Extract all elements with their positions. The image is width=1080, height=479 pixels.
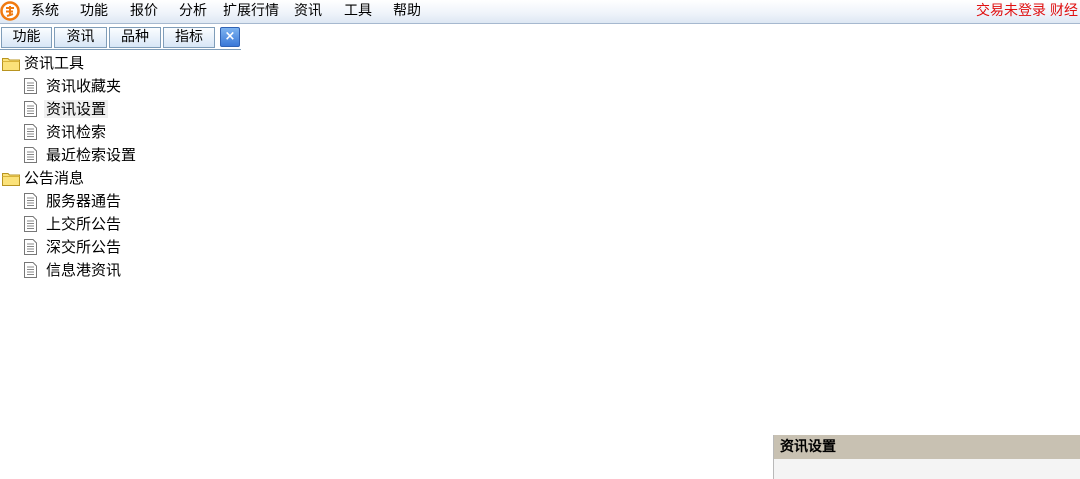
tree-group-announcements[interactable]: 公告消息	[2, 168, 122, 188]
app-logo-icon[interactable]	[0, 1, 20, 21]
tree-item-recent-search-settings[interactable]: 最近检索设置	[24, 145, 164, 165]
menu-bar: 系统 功能 报价 分析 扩展行情 资讯 工具 帮助 交易未登录 财经	[0, 0, 1080, 24]
tree-item-label: 深交所公告	[46, 238, 122, 256]
tree-item-label: 信息港资讯	[46, 261, 122, 279]
tab-divider	[0, 49, 241, 50]
tree-item-server-notice[interactable]: 服务器通告	[24, 191, 144, 211]
tab-function[interactable]: 功能	[1, 27, 52, 48]
tree-item-info-settings[interactable]: 资讯设置	[24, 99, 144, 119]
folder-icon	[2, 173, 20, 186]
tree-item-szse-announcement[interactable]: 深交所公告	[24, 237, 144, 257]
document-icon	[24, 147, 37, 163]
tree-item-label: 上交所公告	[46, 215, 122, 233]
document-icon	[24, 193, 37, 209]
tree-item-info-port-news[interactable]: 信息港资讯	[24, 260, 144, 280]
tree-item-label: 服务器通告	[46, 192, 122, 210]
tree-group-info-tools[interactable]: 资讯工具	[2, 53, 122, 73]
document-icon	[24, 101, 37, 117]
document-icon	[24, 262, 37, 278]
tree-item-label: 资讯检索	[46, 123, 107, 141]
folder-icon	[2, 58, 20, 71]
tree-item-label: 资讯收藏夹	[46, 77, 122, 95]
tree-item-info-favorites[interactable]: 资讯收藏夹	[24, 76, 144, 96]
document-icon	[24, 239, 37, 255]
menu-quote[interactable]: 报价	[130, 3, 158, 20]
info-settings-window: 资讯设置	[773, 435, 1080, 479]
menu-function[interactable]: 功能	[80, 3, 108, 20]
menu-help[interactable]: 帮助	[393, 3, 421, 20]
document-icon	[24, 78, 37, 94]
menu-tools[interactable]: 工具	[344, 3, 372, 20]
close-icon: ×	[224, 29, 236, 44]
tab-variety[interactable]: 品种	[109, 27, 161, 48]
menu-extended-market[interactable]: 扩展行情	[223, 3, 279, 20]
tab-info[interactable]: 资讯	[54, 27, 107, 48]
close-panel-button[interactable]: ×	[220, 27, 240, 47]
menu-info[interactable]: 资讯	[294, 3, 322, 20]
trade-login-status[interactable]: 交易未登录	[976, 3, 1046, 20]
tree-group-label: 资讯工具	[24, 54, 85, 72]
menu-analysis[interactable]: 分析	[179, 3, 207, 20]
document-icon	[24, 216, 37, 232]
finance-link[interactable]: 财经	[1050, 3, 1078, 20]
tree-item-sse-announcement[interactable]: 上交所公告	[24, 214, 144, 234]
tree-group-label: 公告消息	[24, 169, 85, 187]
tab-indicator[interactable]: 指标	[163, 27, 215, 48]
tree-item-label-selected: 资讯设置	[44, 100, 109, 118]
tree-item-info-search[interactable]: 资讯检索	[24, 122, 144, 142]
document-icon	[24, 124, 37, 140]
menu-system[interactable]: 系统	[31, 3, 59, 20]
window-title[interactable]: 资讯设置	[774, 435, 1080, 459]
tree-item-label: 最近检索设置	[46, 146, 137, 164]
